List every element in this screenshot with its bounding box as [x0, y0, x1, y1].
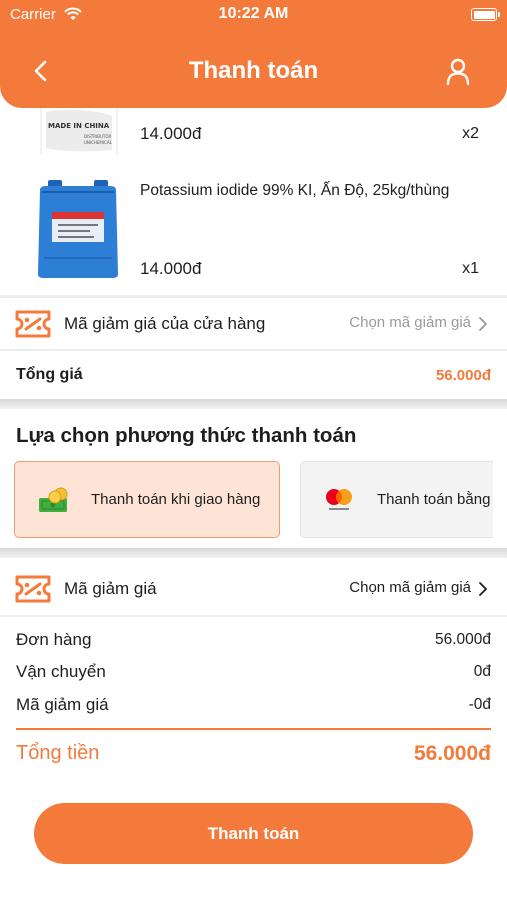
svg-text:DISTRIBUTOR: DISTRIBUTOR	[84, 134, 111, 139]
status-time: 10:22 AM	[218, 5, 289, 22]
summary-value: -0đ	[468, 696, 491, 713]
summary-label: Đơn hàng	[16, 630, 92, 649]
payment-option-label: Thanh toán khi giao hàng	[91, 491, 261, 508]
shop-voucher-action[interactable]: Chọn mã giảm giá	[349, 314, 471, 331]
chevron-right-icon	[479, 582, 487, 596]
voucher-action[interactable]: Chọn mã giảm giá	[349, 579, 471, 596]
voucher-icon	[15, 310, 51, 338]
status-bar: Carrier 10:22 AM	[0, 4, 507, 26]
voucher-label: Mã giảm giá	[64, 579, 157, 598]
divider	[0, 295, 507, 298]
section-divider	[0, 399, 507, 409]
total-divider	[16, 728, 491, 730]
product-label-text: MADE IN CHINA	[48, 122, 110, 130]
product-price: 14.000đ	[140, 259, 202, 278]
page-title: Thanh toán	[188, 57, 319, 84]
payment-section-title: Lựa chọn phương thức thanh toán	[16, 424, 357, 447]
payment-option-cod[interactable]: Thanh toán khi giao hàng	[14, 461, 280, 538]
shop-voucher-label: Mã giảm giá của cửa hàng	[64, 314, 266, 333]
summary-value: 0đ	[473, 663, 491, 680]
svg-text:UNICHEMICAL: UNICHEMICAL	[84, 140, 113, 145]
summary-row-order: Đơn hàng 56.000đ	[0, 626, 507, 656]
summary-value: 56.000đ	[434, 631, 491, 648]
app-header: Carrier 10:22 AM Thanh toán	[0, 0, 507, 108]
summary-row-discount: Mã giảm giá -0đ	[0, 691, 507, 721]
voucher-row[interactable]: Mã giảm giá Chọn mã giảm giá	[0, 565, 507, 613]
payment-option-label: Thanh toán bằng	[377, 491, 491, 508]
user-icon[interactable]	[443, 56, 473, 86]
subtotal-row: Tổng giá 56.000đ	[0, 356, 507, 396]
section-divider	[0, 548, 507, 558]
voucher-icon	[15, 575, 51, 603]
summary-label: Vận chuyển	[16, 662, 106, 681]
product-quantity: x1	[462, 260, 479, 277]
divider	[0, 349, 507, 351]
mastercard-icon	[326, 489, 352, 510]
grand-total-label: Tổng tiền	[16, 742, 100, 764]
chevron-right-icon	[479, 317, 487, 331]
divider	[0, 615, 507, 617]
product-name: Potassium iodide 99% KI, Ấn Độ, 25kg/thù…	[140, 182, 450, 199]
shop-voucher-row[interactable]: Mã giảm giá của cửa hàng Chọn mã giảm gi…	[0, 300, 507, 348]
checkout-button[interactable]: Thanh toán	[34, 803, 473, 864]
subtotal-label: Tổng giá	[16, 366, 83, 383]
grand-total-value: 56.000đ	[413, 742, 491, 765]
product-thumbnail	[32, 178, 124, 280]
payment-option-card[interactable]: Thanh toán bằng	[300, 461, 493, 538]
product-item[interactable]: Potassium iodide 99% KI, Ấn Độ, 25kg/thù…	[0, 172, 507, 292]
product-price: 14.000đ	[140, 124, 202, 143]
summary-label: Mã giảm giá	[16, 695, 109, 714]
product-quantity: x2	[462, 125, 479, 142]
cash-icon	[39, 487, 68, 512]
battery-icon	[471, 8, 500, 21]
product-thumbnail: MADE IN CHINA DISTRIBUTOR UNICHEMICAL	[40, 106, 118, 154]
subtotal-value: 56.000đ	[435, 367, 491, 384]
summary-row-shipping: Vận chuyển 0đ	[0, 658, 507, 688]
